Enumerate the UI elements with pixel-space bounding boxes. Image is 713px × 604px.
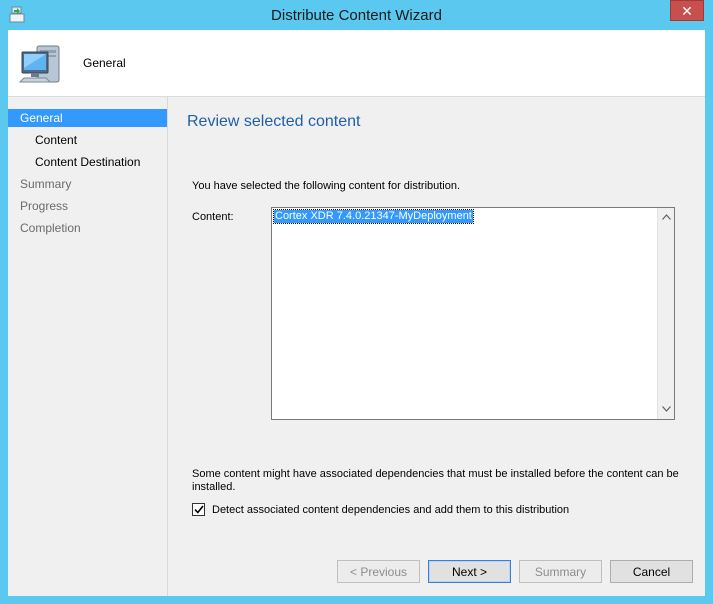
checkmark-icon — [193, 505, 204, 514]
cancel-button[interactable]: Cancel — [610, 560, 693, 583]
computer-icon — [16, 40, 68, 90]
wizard-window: Distribute Content Wizard ✕ General Gene… — [0, 0, 713, 604]
nav-item-content-destination[interactable]: Content Destination — [8, 153, 167, 171]
dependency-note: Some content might have associated depen… — [192, 468, 679, 493]
detect-dependencies-checkbox[interactable] — [192, 503, 205, 516]
detect-dependencies-option[interactable]: Detect associated content dependencies a… — [192, 502, 569, 517]
summary-button[interactable]: Summary — [519, 560, 602, 583]
nav-item-general[interactable]: General — [8, 109, 167, 127]
wizard-step-nav: General Content Content Destination Summ… — [8, 97, 168, 596]
content-list-item[interactable]: Cortex XDR 7.4.0.21347-MyDeployment — [273, 209, 474, 224]
nav-item-completion: Completion — [20, 221, 81, 235]
scroll-down-icon[interactable] — [659, 402, 673, 416]
scroll-up-icon[interactable] — [659, 210, 673, 224]
wizard-header: General — [8, 30, 705, 97]
close-button[interactable]: ✕ — [670, 0, 704, 21]
window-title: Distribute Content Wizard — [271, 7, 442, 24]
vertical-scrollbar[interactable] — [657, 208, 674, 419]
detect-dependencies-label[interactable]: Detect associated content dependencies a… — [212, 504, 569, 516]
previous-button[interactable]: < Previous — [337, 560, 420, 583]
content-label: Content: — [192, 211, 234, 223]
intro-text: You have selected the following content … — [192, 180, 461, 192]
close-icon: ✕ — [681, 2, 693, 19]
header-title: General — [83, 56, 126, 70]
content-listbox[interactable]: Cortex XDR 7.4.0.21347-MyDeployment — [271, 207, 675, 420]
next-button[interactable]: Next > — [428, 560, 511, 583]
page-title: Review selected content — [187, 113, 361, 130]
nav-item-summary: Summary — [20, 177, 72, 191]
wizard-main-panel: Review selected content You have selecte… — [168, 97, 705, 596]
nav-item-content[interactable]: Content — [8, 131, 167, 149]
wizard-client-area: General General Content Content Destinat… — [8, 30, 705, 596]
nav-item-progress: Progress — [20, 199, 69, 213]
title-bar[interactable]: Distribute Content Wizard ✕ — [0, 0, 713, 30]
